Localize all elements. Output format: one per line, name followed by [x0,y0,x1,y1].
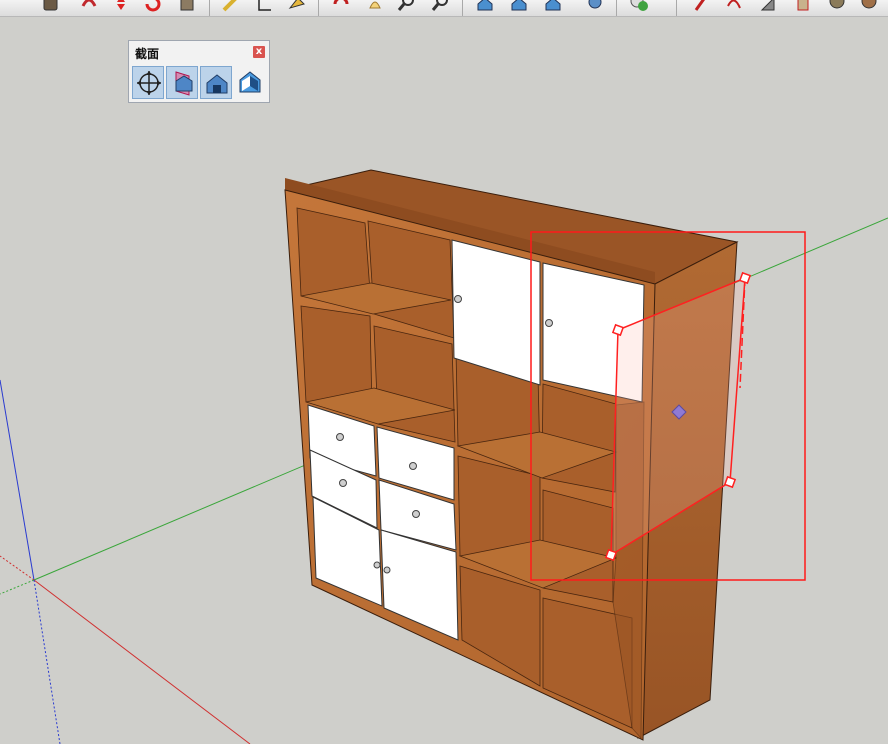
blue-axis-dotted [33,579,61,744]
section-toolbar-panel: 截面 x [128,40,270,103]
close-button[interactable]: x [253,46,265,58]
section-plane-icon[interactable] [132,66,164,99]
blue-axis [0,379,35,581]
red-axis-dotted [0,555,35,581]
panel-title: 截面 [135,47,160,61]
red-axis [33,579,251,744]
model-viewport[interactable] [0,0,888,744]
section-fill-icon[interactable] [234,66,266,99]
green-axis-dotted [0,579,35,595]
display-section-cuts-icon[interactable] [200,66,232,99]
section-tools [132,66,266,100]
display-section-planes-icon[interactable] [166,66,198,99]
panel-title-bar[interactable]: 截面 x [129,41,269,63]
